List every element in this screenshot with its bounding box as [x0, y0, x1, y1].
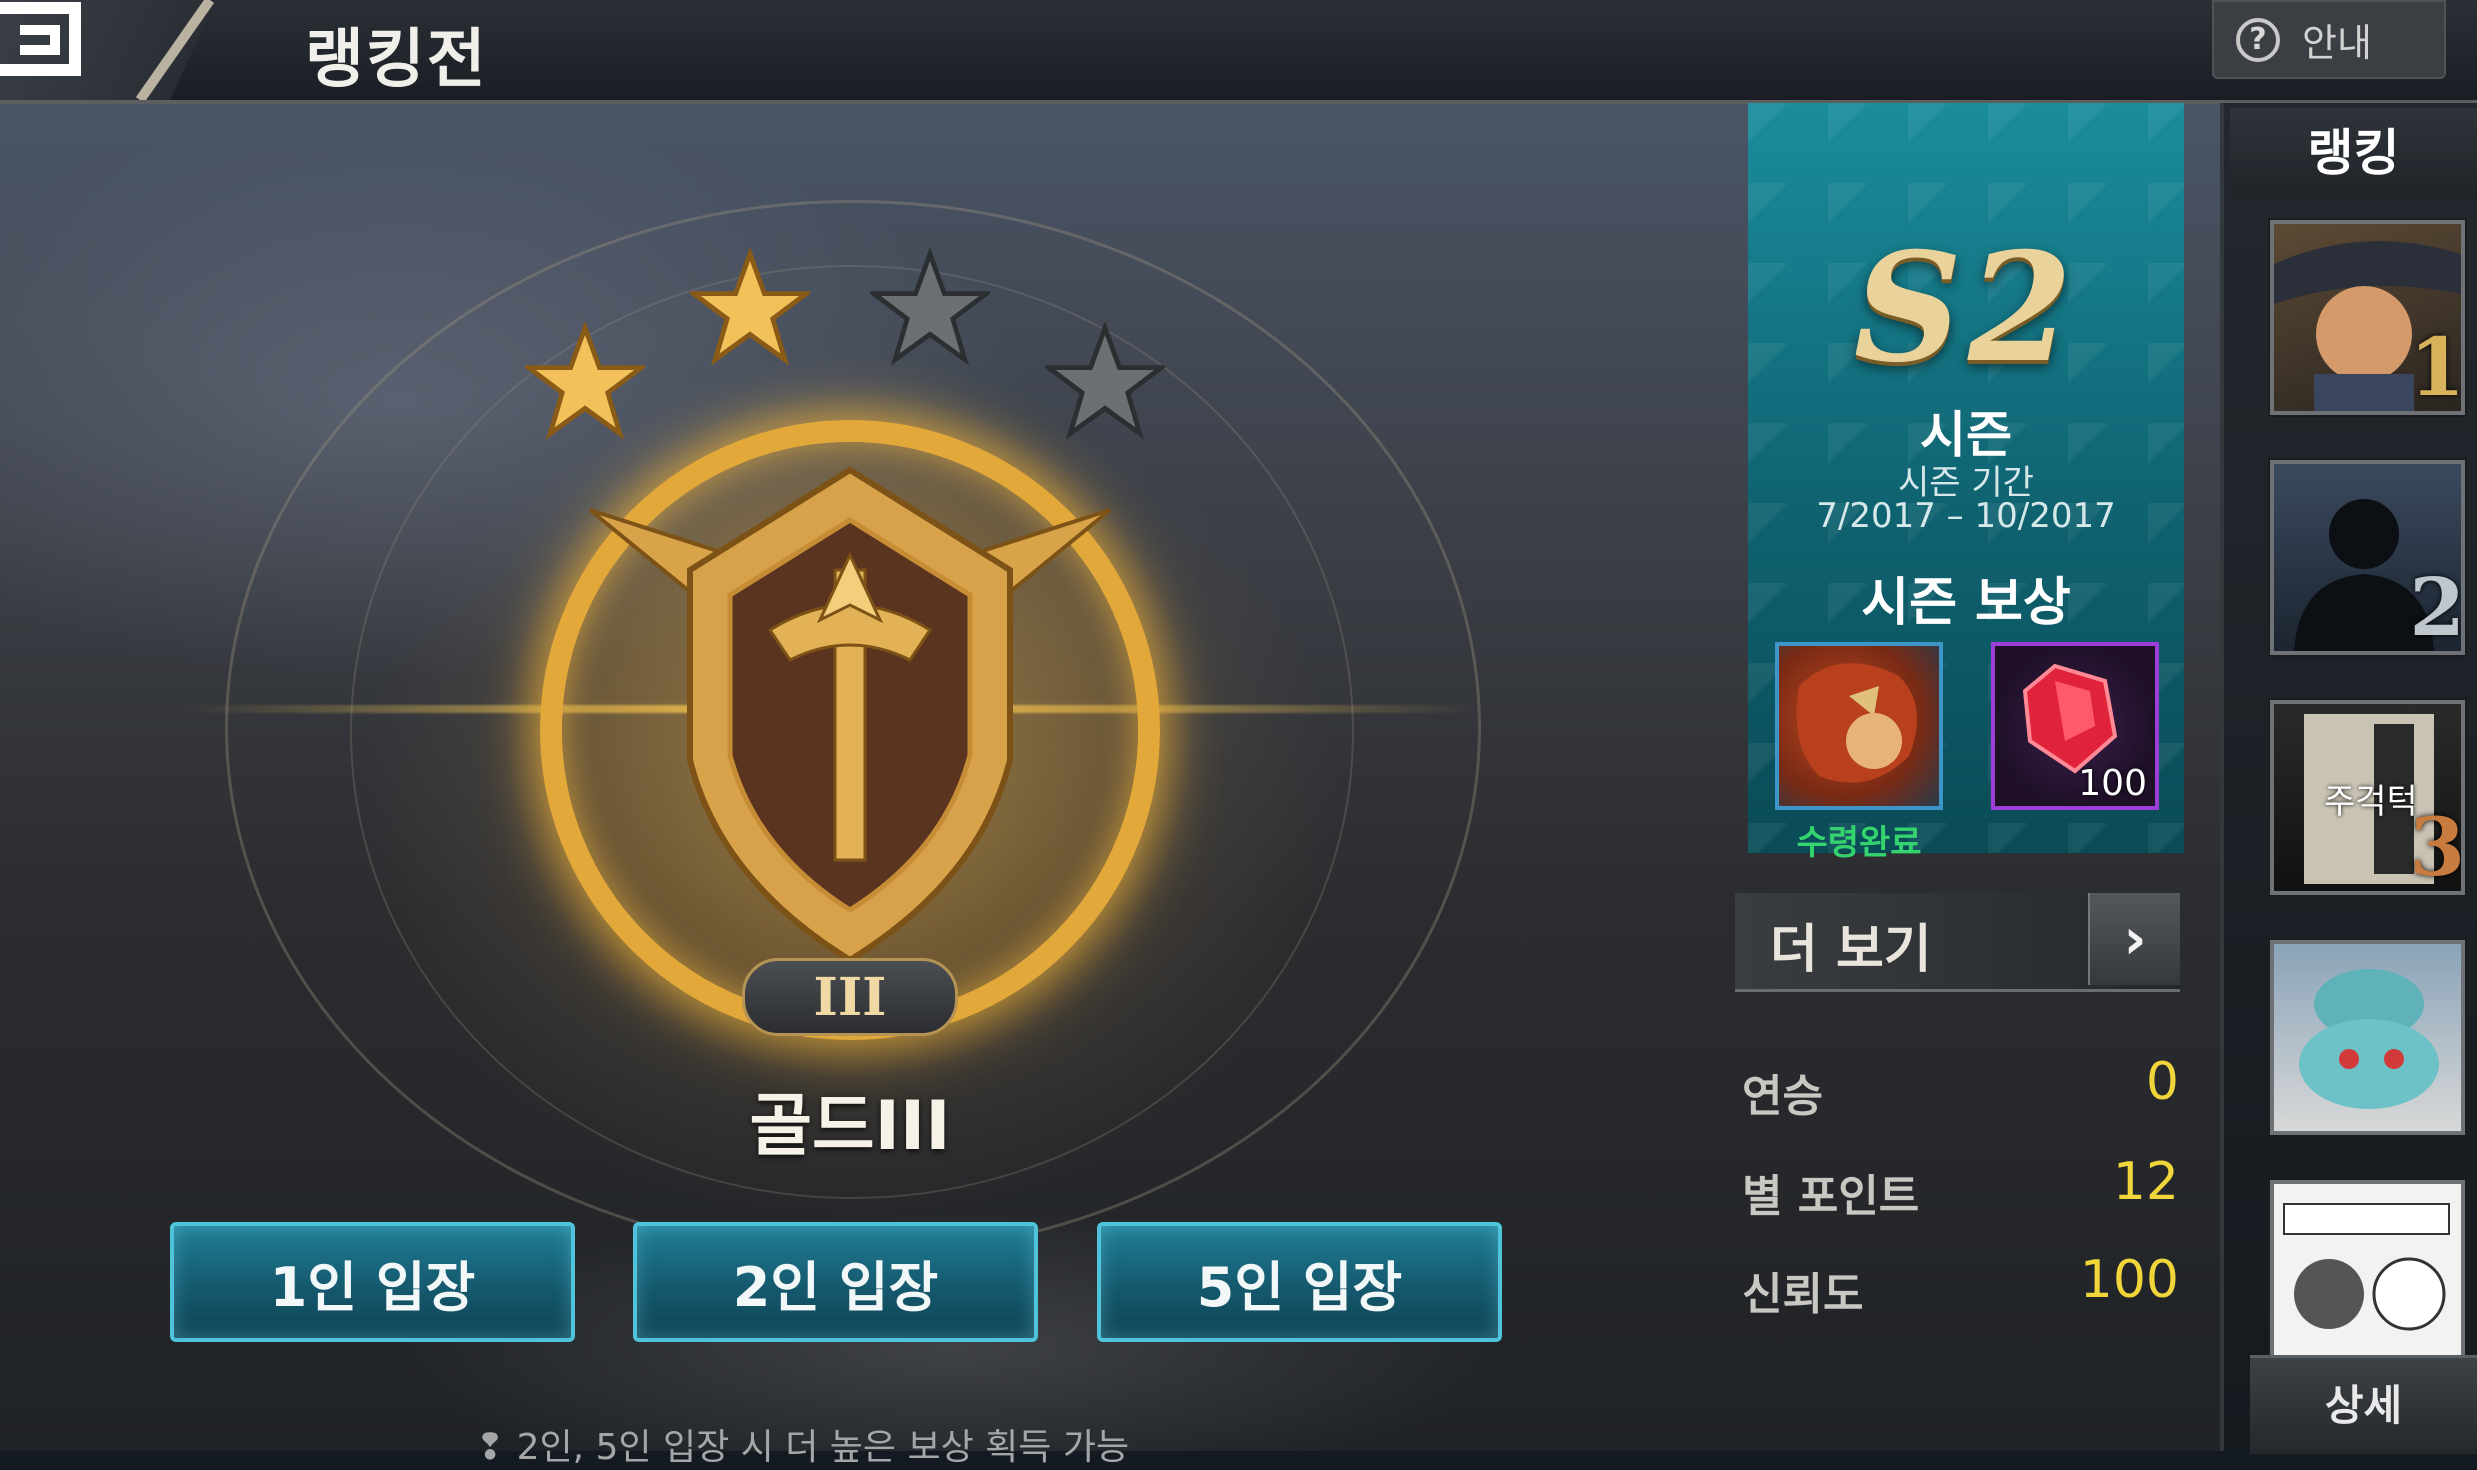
entry-hint-text: ❢ 2인, 5인 입장 시 더 높은 보상 획득 가능	[475, 1418, 1129, 1470]
rank-number: 1	[2409, 320, 2465, 414]
ranking-entry-2[interactable]: 2	[2270, 460, 2465, 655]
rank-name: 골드III	[749, 1087, 951, 1166]
avatar-caption: 주걱턱	[2324, 782, 2418, 822]
question-circle-icon: ?	[2236, 17, 2280, 62]
win-streak-value: 0	[2145, 1052, 2179, 1112]
solo-entry-button[interactable]: 1인 입장	[170, 1222, 575, 1342]
hint-label: 2인, 5인 입장 시 더 높은 보상 획득 가능	[516, 1427, 1130, 1468]
plush-toy-avatar	[2299, 969, 2439, 1109]
ranking-title: 랭킹	[2230, 108, 2477, 198]
help-button[interactable]: ? 안내	[2212, 0, 2446, 79]
star-icon-empty	[870, 248, 990, 366]
hero-skin-icon	[1796, 663, 1917, 783]
duo-entry-button[interactable]: 2인 입장	[633, 1222, 1038, 1342]
ranking-entry-5[interactable]	[2270, 1180, 2465, 1375]
ruby-count: 100	[2078, 763, 2147, 804]
season-period: 7/2017 – 10/2017	[1816, 496, 2116, 536]
five-entry-button[interactable]: 5인 입장	[1097, 1222, 1502, 1342]
ranking-detail-button[interactable]: 상세	[2250, 1355, 2477, 1454]
star-icon-filled	[690, 248, 810, 366]
ranking-entry-1[interactable]: 1	[2270, 220, 2465, 415]
season-reward-title: 시즌 보상	[1861, 573, 2071, 633]
tier-badge: III	[742, 958, 958, 1036]
comic-avatar	[2283, 1203, 2450, 1331]
page-title: 랭킹전	[305, 23, 488, 97]
reward-hero-skin[interactable]	[1775, 642, 1943, 810]
chevron-right-icon: ›	[2088, 893, 2180, 985]
ranking-entry-4[interactable]	[2270, 940, 2465, 1135]
star-icon-empty	[1045, 322, 1165, 440]
rank-number: 3	[2409, 800, 2465, 894]
more-label: 더 보기	[1770, 920, 1932, 980]
star-points-label: 별 포인트	[1742, 1171, 1920, 1222]
back-button[interactable]	[0, 0, 260, 100]
star-points-value: 12	[2112, 1152, 2179, 1212]
more-button[interactable]: 더 보기 ›	[1735, 893, 2180, 992]
back-arrow-icon	[0, 0, 215, 100]
rank-number: 2	[2409, 560, 2465, 654]
ranking-entry-3[interactable]: 주걱턱 3	[2270, 700, 2465, 895]
reward-ruby[interactable]: 100	[1991, 642, 2159, 810]
top-bar: 랭킹전 ? 안내	[0, 0, 2477, 104]
star-icon-filled	[525, 322, 645, 440]
reward-claimed-status: 수령완료	[1796, 823, 1922, 863]
hint-icon: ❢	[475, 1427, 517, 1468]
help-label: 안내	[2302, 21, 2372, 65]
gold-shield-icon	[588, 466, 1112, 964]
win-streak-label: 연승	[1742, 1071, 1823, 1122]
credibility-value: 100	[2079, 1250, 2179, 1310]
season-code: S2	[1853, 220, 2079, 396]
credibility-label: 신뢰도	[1742, 1269, 1864, 1320]
